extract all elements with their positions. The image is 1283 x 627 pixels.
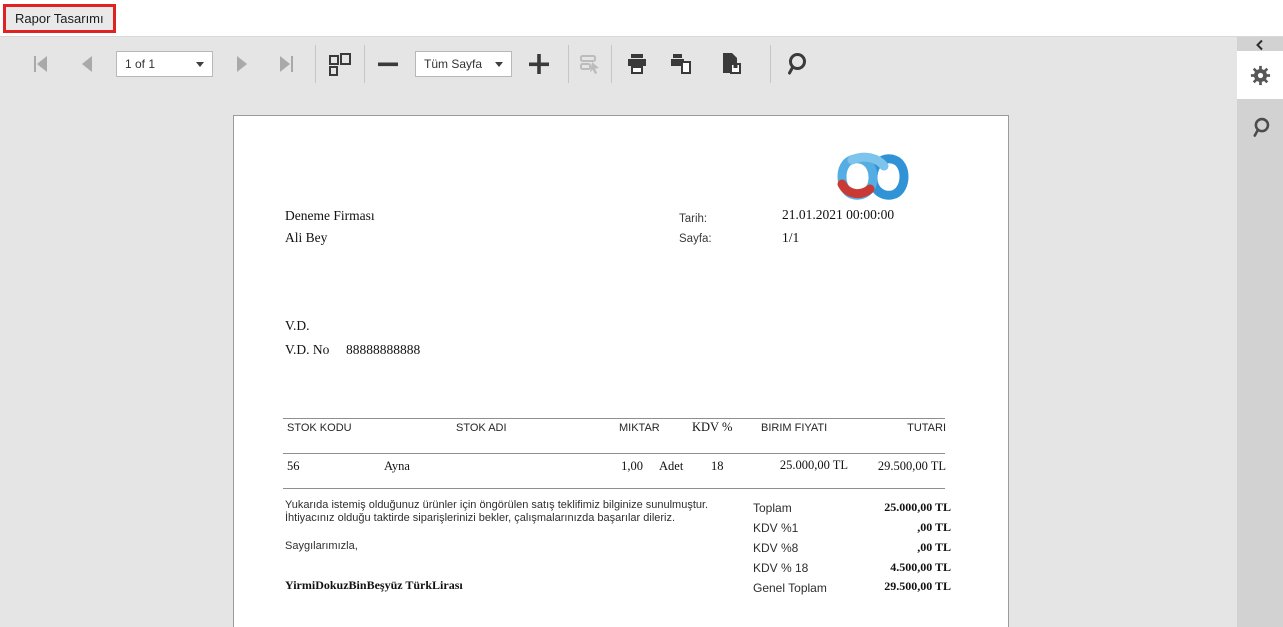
row-miktar: 1,00 — [584, 459, 643, 474]
row-stok-adi: Ayna — [384, 459, 410, 474]
zoom-level-value: Tüm Sayfa — [424, 57, 482, 71]
search-icon — [783, 51, 809, 77]
date-value: 21.01.2021 00:00:00 — [782, 207, 894, 223]
settings-panel-tab[interactable] — [1237, 51, 1283, 99]
last-page-icon — [276, 52, 300, 76]
note-line-1: Yukarıda istemiş olduğunuz ürünler için … — [285, 499, 708, 511]
export-button[interactable] — [710, 49, 754, 79]
print-page-icon — [668, 51, 694, 77]
report-page: Deneme Firması Ali Bey Tarih: 21.01.2021… — [233, 115, 1009, 627]
kdv8-value: ,00 TL — [794, 540, 951, 555]
toolbar-separator — [611, 45, 612, 83]
thumbnails-icon — [327, 52, 352, 77]
vd-no-value: 88888888888 — [346, 342, 420, 358]
table-rule-bottom — [283, 488, 945, 489]
col-header-stok-kodu: STOK KODU — [287, 422, 352, 434]
zoom-level-dropdown[interactable]: Tüm Sayfa — [415, 51, 512, 77]
table-rule-top — [283, 418, 945, 419]
chevron-down-icon — [196, 62, 204, 67]
toolbar-separator — [364, 45, 365, 83]
select-tool-button — [575, 49, 605, 79]
next-page-icon — [230, 52, 254, 76]
thumbnails-button[interactable] — [324, 49, 354, 79]
page-value: 1/1 — [782, 230, 799, 246]
select-tool-icon — [578, 52, 603, 77]
row-birim-fiyati: 25.000,00 TL — [775, 459, 848, 472]
right-panel-bar — [1237, 37, 1283, 627]
search-panel-tab[interactable] — [1237, 103, 1283, 151]
top-tab-bar: Rapor Tasarımı — [0, 0, 1283, 37]
kdv1-value: ,00 TL — [794, 520, 951, 535]
print-button[interactable] — [622, 49, 652, 79]
chevron-down-icon — [495, 62, 503, 67]
total-label: Toplam — [753, 501, 792, 515]
col-header-kdv: KDV % — [692, 420, 732, 435]
page-number-value: 1 of 1 — [125, 57, 155, 71]
toolbar-separator — [568, 45, 569, 83]
previous-page-button[interactable] — [72, 49, 102, 79]
next-page-button[interactable] — [227, 49, 257, 79]
total-value: 25.000,00 TL — [794, 500, 951, 515]
amount-in-words: YirmiDokuzBinBeşyüz TürkLirası — [285, 578, 463, 593]
page-number-dropdown[interactable]: 1 of 1 — [116, 51, 213, 77]
report-viewer-window: Rapor Tasarımı 1 of 1 — [0, 0, 1283, 627]
print-page-button[interactable] — [666, 49, 696, 79]
document-preview-area[interactable]: Deneme Firması Ali Bey Tarih: 21.01.2021… — [0, 90, 1237, 627]
col-header-stok-adi: STOK ADI — [456, 422, 507, 434]
zoom-out-icon — [375, 51, 401, 77]
col-header-tutari: TUTARI — [866, 422, 946, 434]
chevron-left-icon — [1254, 39, 1266, 51]
note-line-2: İhtiyacınız olduğu taktirde siparişlerin… — [285, 512, 675, 524]
grand-total-value: 29.500,00 TL — [794, 579, 951, 594]
print-icon — [624, 51, 650, 77]
toolbar-separator — [315, 45, 316, 83]
date-label: Tarih: — [679, 213, 707, 225]
export-document-icon — [718, 51, 744, 77]
table-rule-mid — [283, 453, 945, 454]
page-label: Sayfa: — [679, 233, 712, 245]
kdv8-label: KDV %8 — [753, 541, 798, 555]
tab-rapor-tasarimi[interactable]: Rapor Tasarımı — [3, 4, 116, 33]
kdv1-label: KDV %1 — [753, 521, 798, 535]
company-logo-icon — [822, 146, 924, 210]
zoom-out-button[interactable] — [373, 49, 403, 79]
row-stok-kodu: 56 — [287, 459, 300, 474]
row-kdv: 18 — [711, 459, 724, 474]
document-toolbar: 1 of 1 T — [0, 38, 1237, 90]
toolbar-separator — [770, 45, 771, 83]
regards-text: Saygılarımızla, — [285, 540, 358, 552]
zoom-in-icon — [526, 51, 552, 77]
company-name: Deneme Firması — [285, 208, 375, 224]
vd-label: V.D. — [285, 318, 310, 334]
search-button[interactable] — [781, 49, 811, 79]
first-page-button[interactable] — [24, 49, 54, 79]
vd-no-label: V.D. No — [285, 342, 329, 358]
zoom-in-button[interactable] — [524, 49, 554, 79]
first-page-icon — [27, 52, 51, 76]
search-icon — [1249, 116, 1272, 139]
previous-page-icon — [75, 52, 99, 76]
row-birim: Adet — [659, 459, 683, 474]
gear-icon — [1249, 64, 1272, 87]
col-header-birim-fiyati: BIRIM FIYATI — [761, 422, 827, 434]
col-header-miktar: MIKTAR — [619, 422, 660, 434]
contact-name: Ali Bey — [285, 230, 327, 246]
last-page-button[interactable] — [273, 49, 303, 79]
row-tutari: 29.500,00 TL — [856, 459, 946, 474]
kdv18-value: 4.500,00 TL — [794, 560, 951, 575]
collapse-panel-button[interactable] — [1237, 37, 1283, 51]
